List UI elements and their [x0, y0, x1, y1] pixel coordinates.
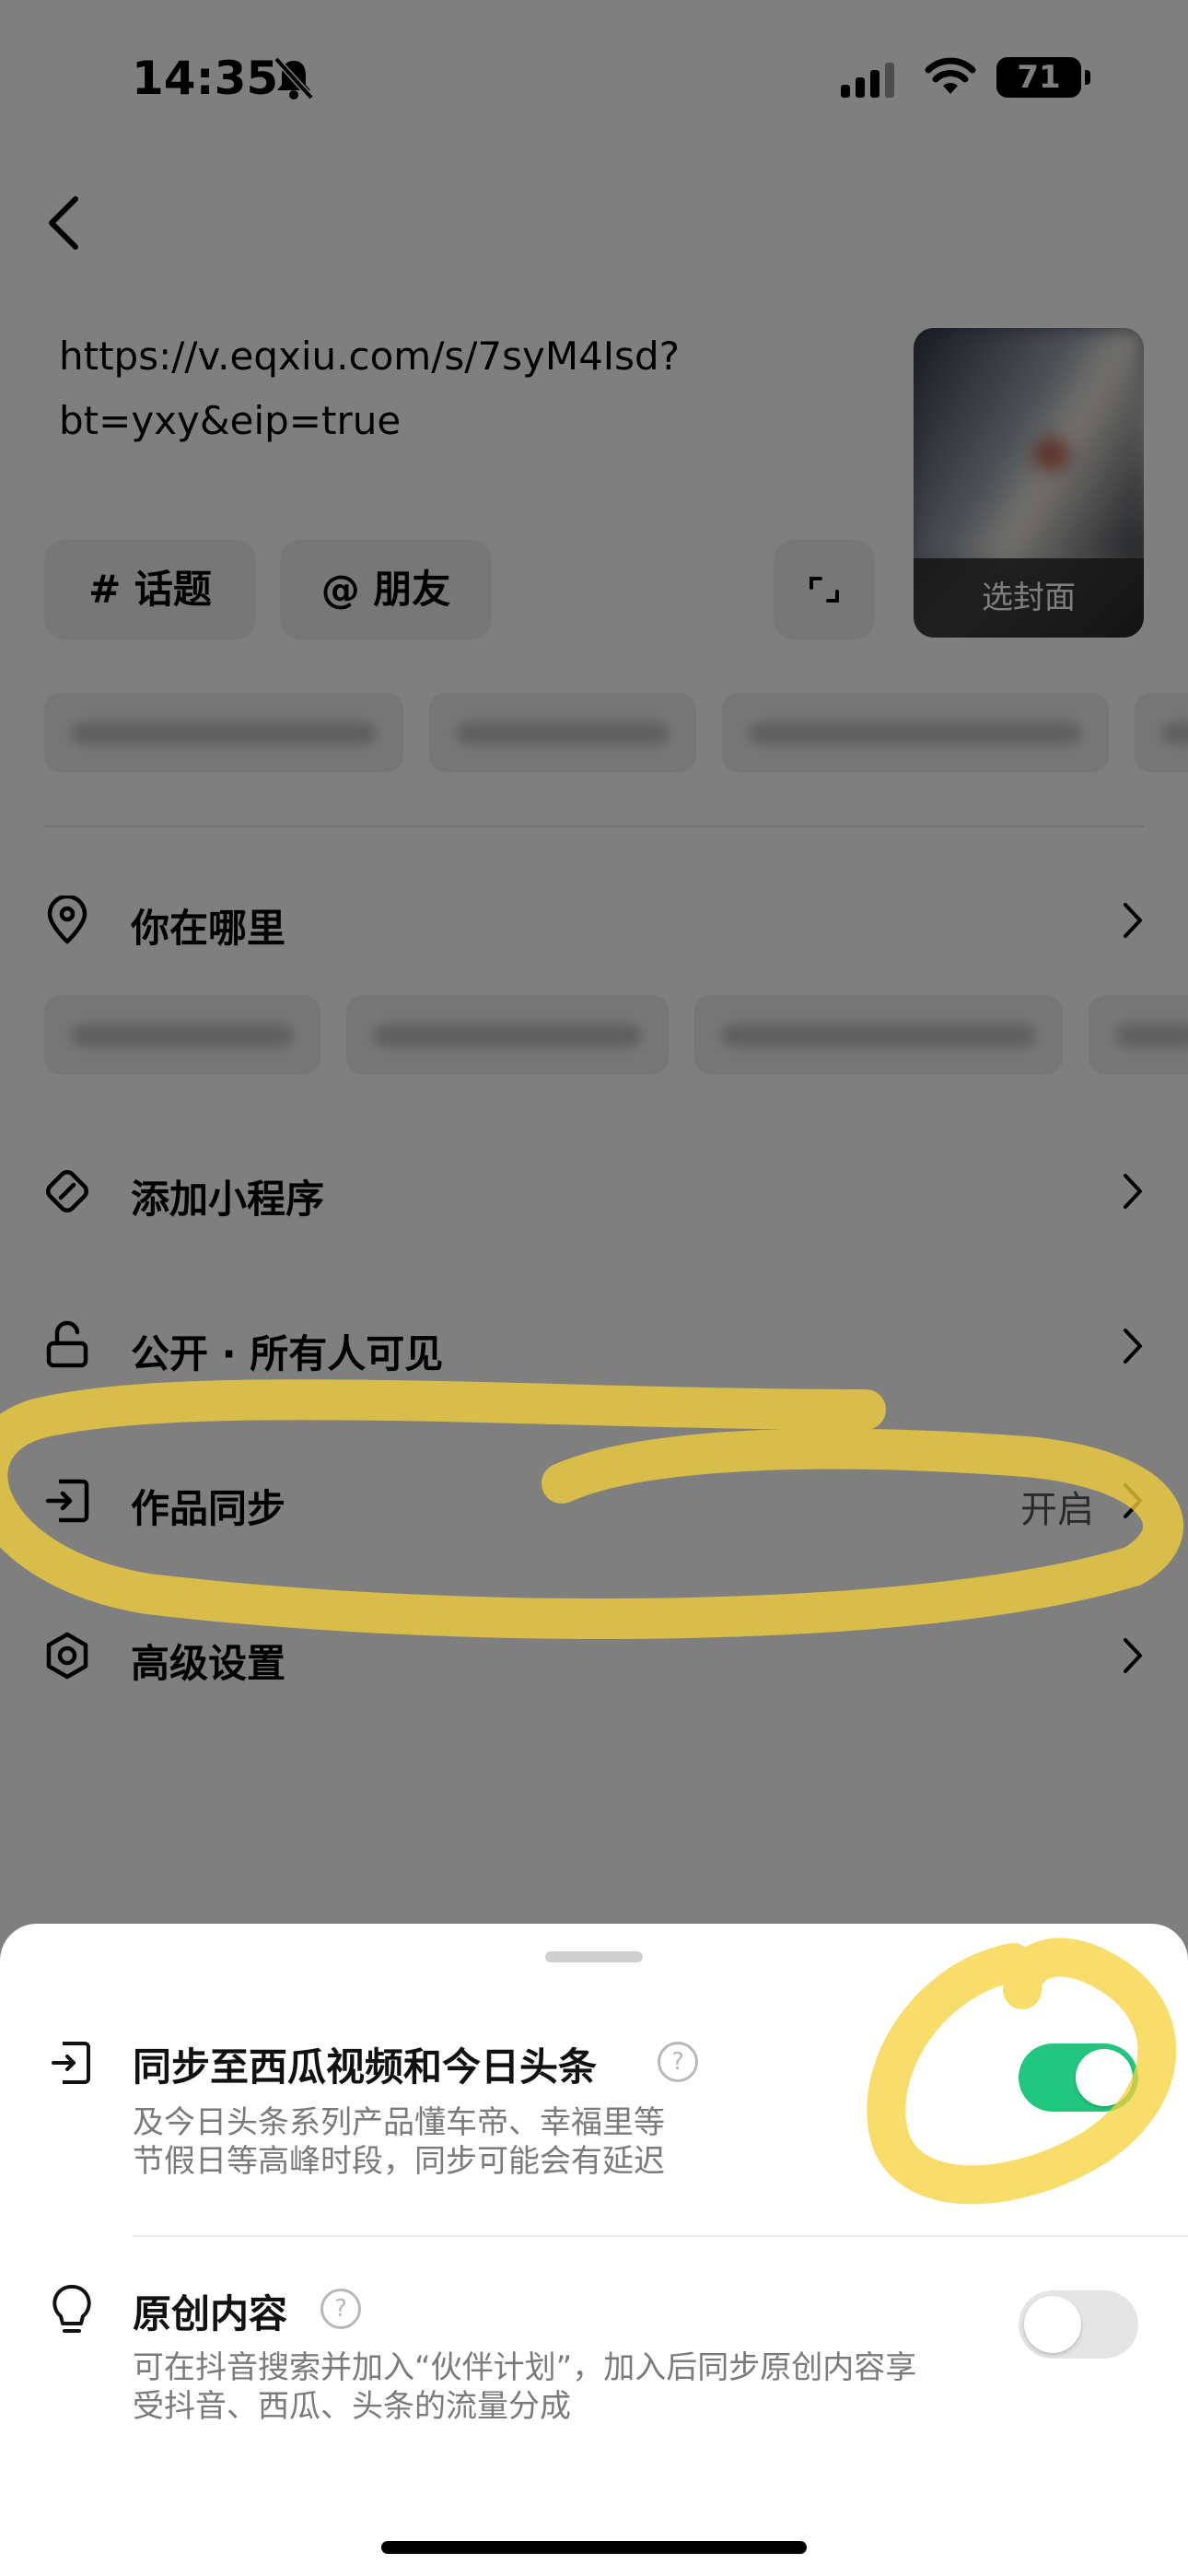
- home-indicator: [381, 2541, 807, 2554]
- annotation-highlight-sync-toggle: [867, 1938, 1177, 2205]
